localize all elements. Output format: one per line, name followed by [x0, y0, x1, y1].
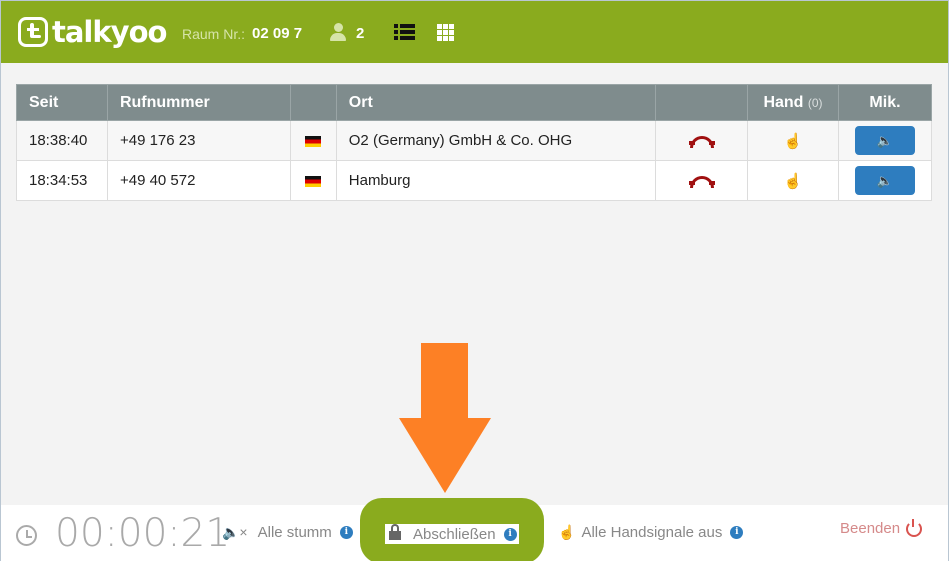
column-header-mic: Mik.	[837, 84, 933, 121]
germany-flag-icon	[305, 175, 322, 187]
lock-icon	[389, 524, 401, 541]
hangup-icon[interactable]	[688, 176, 715, 189]
top-bar: talkyoo Raum Nr.: 02 09 7 2	[1, 1, 948, 63]
cell-location: O2 (Germany) GmbH & Co. OHG	[335, 120, 657, 161]
hand-off-icon: ☝	[558, 524, 576, 540]
end-call-label: Beenden	[840, 520, 901, 537]
annotation-arrow-head	[399, 418, 491, 493]
hands-off-button[interactable]: ☝ Alle Handsignale aus i	[558, 524, 744, 541]
grid-view-icon[interactable]	[437, 24, 456, 41]
mic-toggle-button[interactable]: 🔈	[854, 166, 915, 195]
cell-since: 18:38:40	[16, 120, 108, 161]
column-header-hand: Hand (0)	[747, 84, 839, 121]
room-number: 02 09 7	[252, 25, 303, 42]
cell-since: 18:34:53	[16, 160, 108, 201]
table-row: 18:38:40 +49 176 23 O2 (Germany) GmbH & …	[16, 120, 933, 161]
cell-location: Hamburg	[335, 160, 657, 201]
lock-info-icon[interactable]: i	[503, 527, 517, 541]
participant-count: 2	[356, 25, 365, 42]
table-row: 18:34:53 +49 40 572 Hamburg ☝ 🔈	[16, 160, 933, 201]
cell-flag	[289, 120, 337, 161]
column-header-number[interactable]: Rufnummer	[106, 84, 291, 121]
lock-label: Abschließen	[413, 525, 496, 543]
column-header-location[interactable]: Ort	[335, 84, 657, 121]
column-header-hangup	[655, 84, 749, 121]
hangup-icon[interactable]	[688, 136, 715, 149]
end-call-button[interactable]: Beenden	[840, 518, 923, 537]
hand-header-label: Hand	[763, 93, 804, 111]
hands-off-info-icon[interactable]: i	[730, 526, 744, 539]
cell-hangup	[655, 160, 749, 201]
cell-hangup	[655, 120, 749, 161]
mute-all-button[interactable]: 🔈× Alle stumm i	[222, 524, 353, 541]
lock-button[interactable]: Abschließen i	[385, 524, 519, 544]
column-header-flag	[289, 84, 337, 121]
call-timer: 00:00:21	[55, 511, 231, 556]
mic-toggle-button[interactable]: 🔈	[854, 126, 915, 155]
hand-raise-icon[interactable]: ☝	[784, 173, 803, 190]
mute-icon: 🔈×	[222, 524, 248, 540]
germany-flag-icon	[305, 135, 322, 147]
list-view-icon[interactable]	[394, 24, 415, 41]
logo-mark-icon	[18, 17, 48, 47]
cell-mic: 🔈	[837, 160, 933, 201]
hand-count: (0)	[807, 95, 823, 110]
participants-table: Seit Rufnummer Ort Hand (0) Mik. 18:38:4…	[16, 84, 933, 201]
power-icon	[906, 518, 923, 537]
annotation-arrow-shaft	[421, 343, 468, 419]
room-label: Raum Nr.:	[182, 26, 246, 42]
hands-off-label: Alle Handsignale aus	[581, 524, 723, 541]
cell-hand: ☝	[747, 120, 839, 161]
hand-raise-icon[interactable]: ☝	[784, 133, 803, 150]
cell-hand: ☝	[747, 160, 839, 201]
mute-all-label: Alle stumm	[257, 524, 332, 541]
mute-info-icon[interactable]: i	[339, 526, 353, 539]
cell-number: +49 40 572	[106, 160, 291, 201]
column-header-since[interactable]: Seit	[16, 84, 108, 121]
cell-mic: 🔈	[837, 120, 933, 161]
cell-flag	[289, 160, 337, 201]
logo-text: talkyoo	[52, 15, 167, 49]
table-header-row: Seit Rufnummer Ort Hand (0) Mik.	[16, 84, 933, 121]
participants-icon	[330, 23, 346, 41]
cell-number: +49 176 23	[106, 120, 291, 161]
clock-icon	[16, 525, 37, 546]
talkyoo-logo: talkyoo	[18, 15, 167, 49]
